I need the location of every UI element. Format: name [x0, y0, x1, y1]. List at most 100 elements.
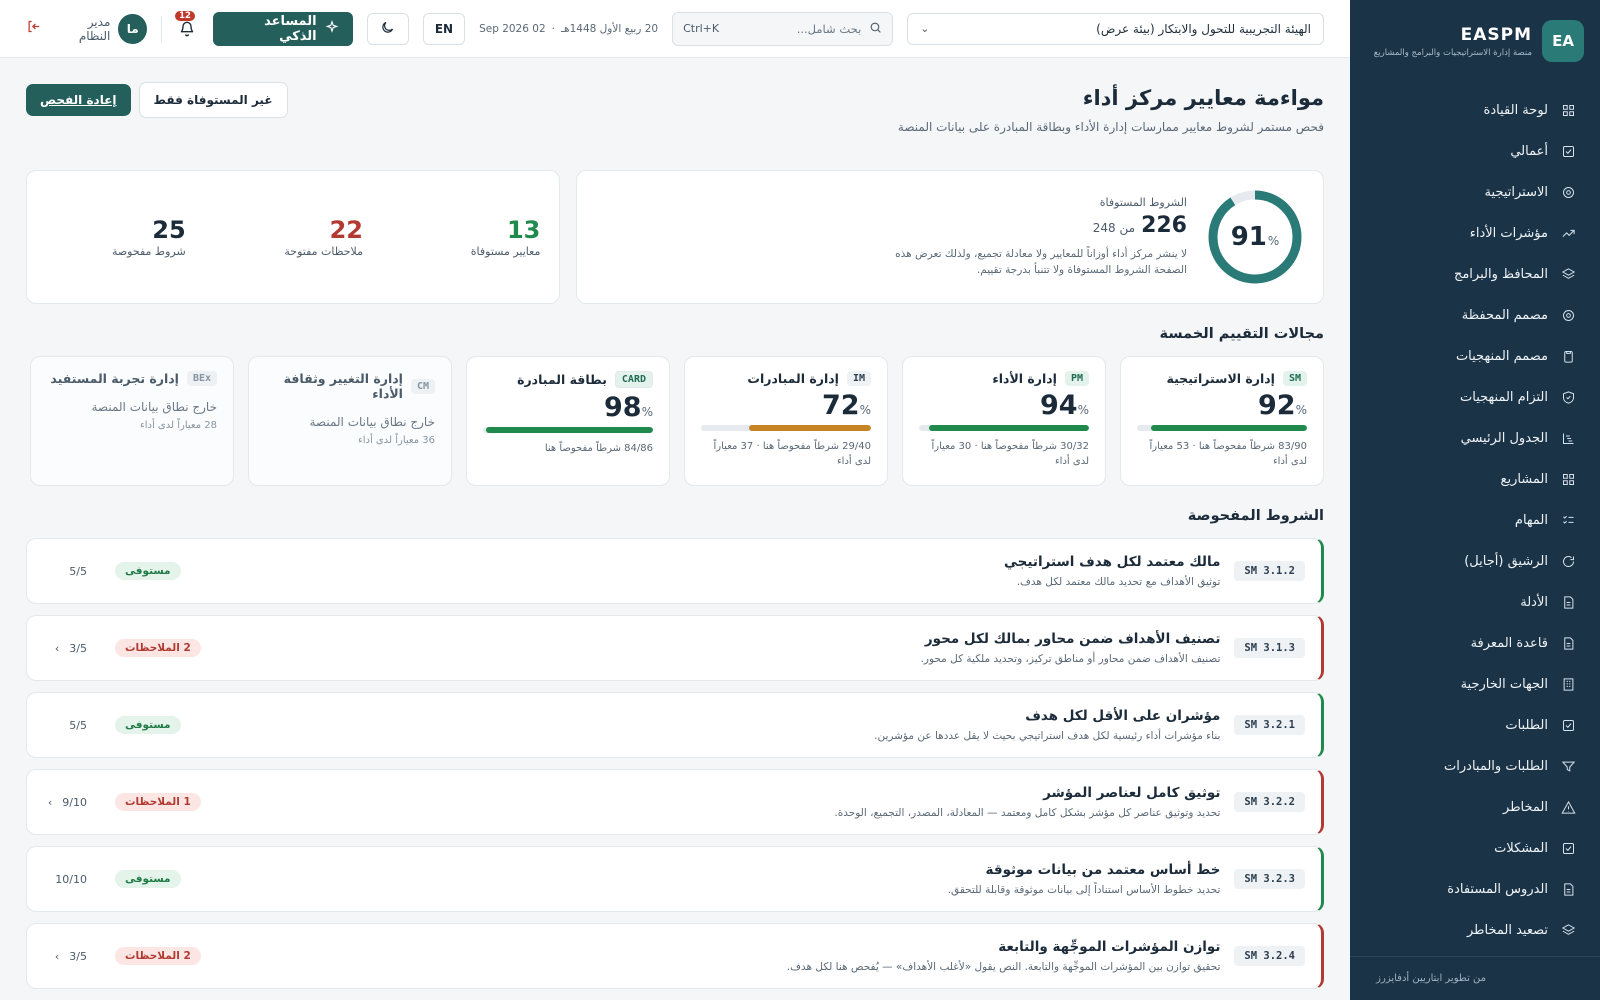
chevron-left-icon[interactable]: ‹ — [55, 950, 59, 963]
status-badge[interactable]: 2 الملاحظات — [115, 947, 201, 965]
domain-criteria-count: 28 معياراً لدى أداء — [140, 420, 217, 431]
language-button[interactable]: EN — [422, 12, 466, 45]
criterion-score: 3/5 — [69, 641, 87, 655]
sidebar-item-label: قاعدة المعرفة — [1470, 636, 1548, 651]
user-menu[interactable]: ما مدير النظام — [55, 13, 147, 44]
criterion-body: مالك معتمد لكل هدف استراتيجي توثيق الأهد… — [1004, 554, 1220, 588]
grid-icon — [1560, 472, 1576, 488]
sidebar-item[interactable]: الرشيق (أجايل) — [1364, 541, 1586, 582]
sidebar-item[interactable]: لوحة القيادة — [1364, 90, 1586, 131]
sidebar-item[interactable]: التزام المنهجيات — [1364, 377, 1586, 418]
criterion-row[interactable]: SM 3.2.2 توثيق كامل لعناصر المؤشر تحديد … — [26, 769, 1324, 835]
domains-title: مجالات التقييم الخمسة — [1159, 326, 1324, 342]
domain-progress-bar — [483, 427, 653, 433]
status-badge: مستوفى — [115, 716, 181, 734]
search-input[interactable]: بحث شامل... Ctrl+K — [672, 11, 894, 46]
domain-card[interactable]: PM إدارة الأداء 94% 30/32 شرطاً مفحوصاً … — [902, 356, 1106, 486]
sidebar-item[interactable]: المشكلات — [1364, 828, 1586, 869]
sidebar-item-label: الأدلة — [1520, 595, 1548, 610]
domain-progress-fill — [1150, 425, 1307, 431]
domain-card[interactable]: IM إدارة المبادرات 72% 29/40 شرطاً مفحوص… — [684, 356, 888, 486]
sidebar-item[interactable]: الجدول الرئيسي — [1364, 418, 1586, 459]
sidebar-item[interactable]: تصعيد المخاطر — [1364, 910, 1586, 951]
criterion-row[interactable]: SM 3.2.3 خط أساس معتمد من بيانات موثوقة … — [26, 846, 1324, 912]
met-total: من 248 — [1092, 220, 1136, 235]
criterion-title: خط أساس معتمد من بيانات موثوقة — [985, 862, 1221, 878]
check-square-icon — [1560, 841, 1576, 857]
chevron-left-icon[interactable]: ‹ — [48, 796, 52, 809]
domain-card[interactable]: SM إدارة الاستراتيجية 92% 83/90 شرطاً مف… — [1120, 356, 1324, 486]
status-badge: مستوفى — [115, 562, 181, 580]
notification-badge: 12 — [175, 10, 195, 21]
criterion-score: 3/5 — [69, 949, 87, 963]
criterion-status-area: 2 الملاحظات ‹ 3/5 — [43, 639, 201, 657]
sidebar-item[interactable]: قاعدة المعرفة — [1364, 623, 1586, 664]
criterion-row[interactable]: SM 3.2.1 مؤشران على الأقل لكل هدف بناء م… — [26, 692, 1324, 758]
sidebar-item-label: المهام — [1514, 513, 1548, 528]
sidebar-item[interactable]: أعمالي — [1364, 131, 1586, 172]
org-select-value: الهيئة التجريبية للتحول والابتكار (بيئة … — [1096, 21, 1311, 36]
sidebar-item-label: المشكلات — [1494, 841, 1548, 856]
sidebar-item-label: المحافظ والبرامج — [1453, 267, 1548, 282]
sidebar-item[interactable]: الاستراتيجية — [1364, 172, 1586, 213]
sidebar-item[interactable]: المخاطر — [1364, 787, 1586, 828]
target-icon — [1560, 185, 1576, 201]
domain-card[interactable]: BEx إدارة تجربة المستفيد خارج نطاق بيانا… — [30, 356, 234, 486]
domain-percent-value: 98 — [604, 392, 642, 423]
ring-percent: 91 — [1230, 222, 1267, 252]
date-separator: · — [551, 22, 555, 35]
org-select[interactable]: الهيئة التجريبية للتحول والابتكار (بيئة … — [907, 12, 1324, 45]
domain-percent-sign: % — [859, 403, 871, 417]
domain-card[interactable]: CM إدارة التغيير وثقافة الأداء خارج نطاق… — [248, 356, 452, 486]
compliance-summary-card: 91% الشروط المستوفاة 226 من 248 لا ينشر … — [576, 170, 1324, 304]
logout-icon[interactable] — [26, 19, 41, 38]
stat-value: 13 — [506, 216, 541, 244]
domain-card[interactable]: CARD بطاقة المبادرة 98% 84/86 شرطاً مفحو… — [466, 356, 670, 486]
status-badge[interactable]: 1 الملاحظات — [115, 793, 201, 811]
domain-header: IM إدارة المبادرات — [701, 371, 871, 386]
theme-toggle-button[interactable] — [366, 12, 409, 45]
sidebar-item[interactable]: مصمم المحفظة — [1364, 295, 1586, 336]
sidebar-item[interactable]: الأدلة — [1364, 582, 1586, 623]
sidebar-item[interactable]: الطلبات — [1364, 705, 1586, 746]
chevron-left-icon[interactable]: ‹ — [55, 642, 59, 655]
domain-code: CM — [410, 378, 435, 394]
trend-icon — [1560, 226, 1576, 242]
sidebar-item[interactable]: الدروس المستفادة — [1364, 869, 1586, 910]
criterion-description: تحديد خطوط الأساس استناداً إلى بيانات مو… — [947, 884, 1221, 896]
warning-icon — [1560, 800, 1576, 816]
sidebar-nav: لوحة القيادة أعمالي الاستراتيجية مؤشرات … — [1350, 80, 1600, 951]
sidebar: EA EASPM منصة إدارة الاستراتيجيات والبرا… — [1350, 0, 1600, 1000]
date-display: 20 ربيع الأول 1448هـ · 02 Sep 2026 — [479, 23, 658, 35]
criterion-row[interactable]: SM 3.1.3 تصنيف الأهداف ضمن محاور بمالك ل… — [26, 615, 1324, 681]
stat-value: 22 — [329, 216, 364, 244]
ai-assistant-button[interactable]: المساعد الذكي — [212, 11, 353, 46]
domain-name: إدارة تجربة المستفيد — [50, 371, 179, 386]
sidebar-item-label: الاستراتيجية — [1484, 185, 1548, 200]
sidebar-item[interactable]: المحافظ والبرامج — [1364, 254, 1586, 295]
main-area: الهيئة التجريبية للتحول والابتكار (بيئة … — [0, 0, 1350, 1000]
criterion-score: 5/5 — [69, 564, 87, 578]
sidebar-item-label: الجهات الخارجية — [1460, 677, 1548, 692]
recheck-button[interactable]: إعادة الفحص — [26, 84, 131, 116]
unmet-filter-button[interactable]: غير المستوفاة فقط — [138, 82, 288, 118]
status-badge[interactable]: 2 الملاحظات — [115, 639, 201, 657]
notifications-button[interactable]: 12 — [175, 10, 199, 41]
sidebar-item[interactable]: الطلبات والمبادرات — [1364, 746, 1586, 787]
domain-header: CM إدارة التغيير وثقافة الأداء — [265, 371, 435, 401]
sidebar-item[interactable]: مؤشرات الأداء — [1364, 213, 1586, 254]
domain-code: BEx — [186, 371, 217, 386]
criteria-list: SM 3.1.2 مالك معتمد لكل هدف استراتيجي تو… — [26, 538, 1324, 989]
criterion-row[interactable]: SM 3.1.2 مالك معتمد لكل هدف استراتيجي تو… — [26, 538, 1324, 604]
page-content: مواءمة معايير مركز أداء فحص مستمر لشروط … — [0, 58, 1350, 1000]
criterion-row[interactable]: SM 3.2.4 توازن المؤشرات الموجِّهة والتاب… — [26, 923, 1324, 989]
domain-percent-sign: % — [641, 405, 653, 419]
sidebar-item[interactable]: مصمم المنهجيات — [1364, 336, 1586, 377]
sidebar-item[interactable]: المشاريع — [1364, 459, 1586, 500]
sidebar-item[interactable]: المهام — [1364, 500, 1586, 541]
domain-progress-fill — [929, 425, 1089, 431]
domain-percent: 94% — [919, 390, 1089, 421]
divider — [160, 15, 162, 42]
grid-icon — [1560, 103, 1576, 119]
sidebar-item[interactable]: الجهات الخارجية — [1364, 664, 1586, 705]
